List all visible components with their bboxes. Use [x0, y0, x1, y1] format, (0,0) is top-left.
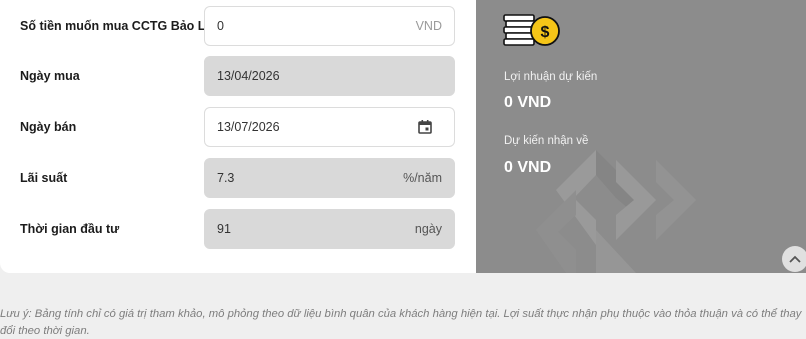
buy-date-field: 13/04/2026 — [204, 56, 455, 96]
amount-value[interactable]: 0 — [217, 19, 416, 33]
profit-value: 0 VND — [504, 94, 552, 111]
disclaimer-note: Lưu ý: Bảng tính chỉ có giá trị tham khả… — [0, 308, 802, 337]
interest-field: 7.3 %/năm — [204, 158, 455, 198]
duration-field: 91 ngày — [204, 209, 455, 249]
duration-label: Thời gian đầu tư — [20, 222, 120, 236]
amount-unit: VND — [415, 19, 442, 33]
duration-value: 91 — [217, 222, 231, 236]
sell-date-value[interactable]: 13/07/2026 — [217, 120, 418, 134]
receive-value: 0 VND — [504, 159, 552, 176]
chevron-up-icon — [789, 255, 801, 263]
buy-date-label: Ngày mua — [20, 69, 80, 83]
calculator-card: Số tiền muốn mua CCTG Bảo Lộc 0 VND Ngày… — [0, 0, 806, 273]
sell-date-label: Ngày bán — [20, 120, 77, 134]
scroll-to-top-button[interactable] — [782, 246, 806, 272]
coins-icon: $ — [503, 14, 560, 46]
calendar-icon[interactable] — [418, 120, 432, 134]
amount-input[interactable]: 0 VND — [204, 6, 455, 46]
svg-text:$: $ — [541, 24, 550, 41]
interest-label: Lãi suất — [20, 171, 68, 185]
result-panel: $ Lợi nhuận dự kiến 0 VND Dự kiến nhận v… — [476, 0, 806, 273]
amount-label: Số tiền muốn mua CCTG Bảo Lộc — [20, 19, 221, 33]
buy-date-value: 13/04/2026 — [217, 69, 280, 83]
sell-date-input[interactable]: 13/07/2026 — [204, 107, 455, 147]
profit-label: Lợi nhuận dự kiến — [504, 71, 598, 83]
interest-unit: %/năm — [403, 171, 442, 185]
duration-unit: ngày — [414, 222, 442, 236]
calculator-form: Số tiền muốn mua CCTG Bảo Lộc 0 VND Ngày… — [0, 0, 476, 273]
receive-label: Dự kiến nhận về — [504, 135, 589, 147]
interest-value: 7.3 — [217, 171, 235, 185]
